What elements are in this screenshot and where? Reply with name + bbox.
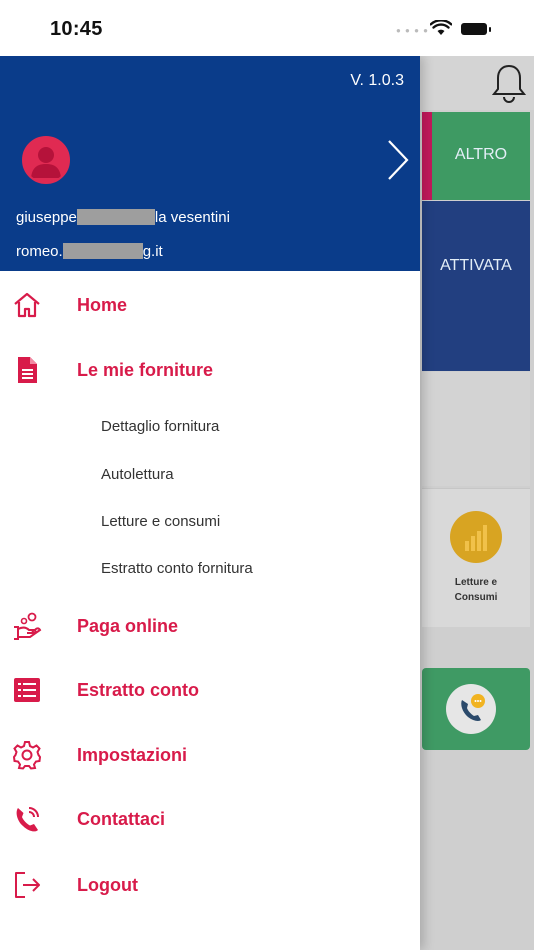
redaction-box bbox=[62, 243, 143, 259]
menu-item-label: Le mie forniture bbox=[77, 360, 214, 380]
avatar[interactable] bbox=[22, 136, 70, 184]
gear-icon bbox=[12, 741, 42, 770]
tile-contact[interactable] bbox=[422, 668, 530, 750]
phone-chat-icon bbox=[446, 684, 496, 734]
document-icon bbox=[18, 357, 37, 383]
submenu-item-dettaglio[interactable]: Dettaglio fornitura bbox=[101, 418, 219, 435]
menu-item-home[interactable]: Home bbox=[0, 282, 420, 328]
menu-item-label: Estratto conto bbox=[77, 680, 200, 700]
wifi-icon bbox=[430, 20, 452, 35]
user-email-start: romeo. bbox=[16, 243, 63, 260]
tile-attivata-label: ATTIVATA bbox=[440, 257, 512, 274]
menu-item-label: Impostazioni bbox=[77, 745, 188, 765]
card-letture-label-line2: Consumi bbox=[454, 592, 498, 603]
menu-item-label: Home bbox=[77, 295, 128, 315]
user-name-start: giuseppe bbox=[16, 209, 77, 226]
menu-item-label: Paga online bbox=[77, 616, 179, 636]
menu-item-forniture[interactable]: Le mie forniture bbox=[0, 347, 420, 393]
bar-chart-icon bbox=[450, 511, 502, 563]
hand-coin-icon bbox=[14, 612, 42, 640]
redaction-box bbox=[76, 209, 155, 225]
menu-item-contattaci[interactable]: Contattaci bbox=[0, 796, 420, 842]
menu-item-paga-online[interactable]: Paga online bbox=[0, 603, 420, 649]
menu-item-label: Contattaci bbox=[77, 809, 166, 829]
card-letture-consumi[interactable]: Letture e Consumi bbox=[422, 488, 530, 627]
submenu-item-estratto-conto-fornitura[interactable]: Estratto conto fornitura bbox=[101, 560, 253, 577]
menu-item-estratto-conto[interactable]: Estratto conto bbox=[0, 667, 420, 713]
status-time: 10:45 bbox=[50, 18, 103, 40]
tile-altro-label: ALTRO bbox=[454, 146, 508, 163]
submenu-item-autolettura[interactable]: Autolettura bbox=[101, 466, 174, 483]
signal-icon: ● ● ● ● bbox=[396, 26, 429, 35]
logout-icon bbox=[15, 872, 40, 898]
menu-item-logout[interactable]: Logout bbox=[0, 862, 420, 908]
battery-icon bbox=[461, 23, 491, 35]
user-email-end: g.it bbox=[142, 243, 163, 260]
tile-altro[interactable]: ALTRO bbox=[432, 112, 530, 200]
navigation-drawer: V. 1.0.3 giuseppe la vesentini romeo. g.it… bbox=[0, 56, 420, 950]
phone-icon bbox=[16, 807, 39, 832]
card-letture-label-line1: Letture e bbox=[454, 577, 498, 588]
user-name: giuseppe la vesentini bbox=[16, 209, 230, 226]
bell-icon[interactable] bbox=[492, 62, 526, 106]
menu-item-label: Logout bbox=[77, 875, 138, 895]
card-empty bbox=[422, 372, 530, 486]
user-email: romeo. g.it bbox=[16, 243, 163, 260]
user-name-end: la vesentini bbox=[154, 209, 230, 226]
app-version: V. 1.0.3 bbox=[350, 72, 404, 89]
tile-attivata[interactable]: ATTIVATA bbox=[422, 201, 530, 371]
drawer-header: V. 1.0.3 giuseppe la vesentini romeo. g.it bbox=[0, 56, 420, 271]
list-icon bbox=[14, 678, 40, 702]
card-letture-label: Letture e Consumi bbox=[422, 575, 530, 605]
submenu-item-letture-consumi[interactable]: Letture e consumi bbox=[101, 513, 220, 530]
chevron-right-icon[interactable] bbox=[386, 138, 410, 182]
menu-item-impostazioni[interactable]: Impostazioni bbox=[0, 732, 420, 778]
home-icon bbox=[14, 292, 40, 318]
status-bar: 10:45 ● ● ● ● bbox=[0, 0, 534, 56]
